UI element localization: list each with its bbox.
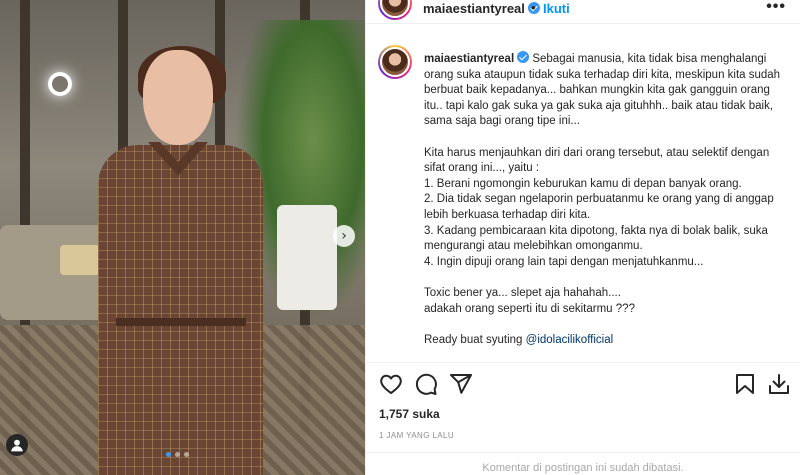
photo-face xyxy=(143,50,213,145)
photo-planter xyxy=(277,205,337,310)
heart-icon[interactable] xyxy=(379,372,403,396)
comment-icon[interactable] xyxy=(414,372,438,396)
separator-dot: • xyxy=(531,0,536,15)
carousel-dot xyxy=(175,452,180,457)
next-slide-button[interactable]: › xyxy=(333,225,355,247)
carousel-dot xyxy=(166,452,171,457)
download-icon[interactable] xyxy=(767,372,791,396)
bookmark-icon[interactable] xyxy=(733,372,757,396)
more-options-icon[interactable]: ••• xyxy=(766,0,786,16)
caption-paragraph-2: Kita harus menjauhkan diri dari orang te… xyxy=(424,146,770,175)
caption-paragraph-3-line-2: adakah orang seperti itu di sekitarmu ??… xyxy=(424,302,635,315)
photo-belt xyxy=(116,318,246,326)
caption-username[interactable]: maiaestiantyreal xyxy=(424,53,514,65)
post-side-panel: maiaestiantyreal • Ikuti ••• maiaestiant… xyxy=(365,0,800,475)
caption-list-item: 2. Dia tidak segan ngelaporin perbuatanm… xyxy=(424,193,774,221)
caption-list-item: 1. Berani ngomongin keburukan kamu di de… xyxy=(424,177,742,190)
carousel-dot xyxy=(184,452,189,457)
comments-disabled-notice: Komentar di postingan ini sudah dibatasi… xyxy=(482,462,684,474)
caption-paragraph-3-line-1: Toxic bener ya... slepet aja hahahah.... xyxy=(424,286,621,299)
post-photo[interactable]: › xyxy=(0,0,365,475)
caption-body: maiaestiantyreal Sebagai manusia, kita t… xyxy=(424,51,784,348)
tagged-users-button[interactable] xyxy=(6,434,28,456)
caption-list-item: 4. Ingin dipuji orang lain tapi dengan m… xyxy=(424,255,704,268)
post-header: maiaestiantyreal • Ikuti ••• xyxy=(366,0,800,24)
caption-avatar[interactable] xyxy=(378,45,412,79)
photo-lamp xyxy=(48,72,72,96)
share-icon[interactable] xyxy=(449,372,473,396)
photo-person xyxy=(88,46,268,475)
mention-link[interactable]: @idolacilikofficial xyxy=(526,334,614,346)
caption-ready-text: Ready buat syuting xyxy=(424,333,526,346)
likes-count[interactable]: 1,757 suka xyxy=(379,407,440,421)
verified-badge-icon xyxy=(517,51,530,63)
action-bar xyxy=(366,362,800,402)
follow-button[interactable]: Ikuti xyxy=(543,1,570,16)
post-timestamp: 1 JAM YANG LALU xyxy=(379,431,455,440)
photo-dress xyxy=(98,145,263,475)
carousel-dots xyxy=(166,452,189,457)
caption-list-item: 3. Kadang pembicaraan kita dipotong, fak… xyxy=(424,224,768,253)
username-text[interactable]: maiaestiantyreal xyxy=(423,1,525,16)
header-username[interactable]: maiaestiantyreal xyxy=(423,1,540,16)
comments-footer: Komentar di postingan ini sudah dibatasi… xyxy=(366,452,800,475)
user-icon xyxy=(11,439,23,452)
avatar[interactable] xyxy=(378,0,412,20)
